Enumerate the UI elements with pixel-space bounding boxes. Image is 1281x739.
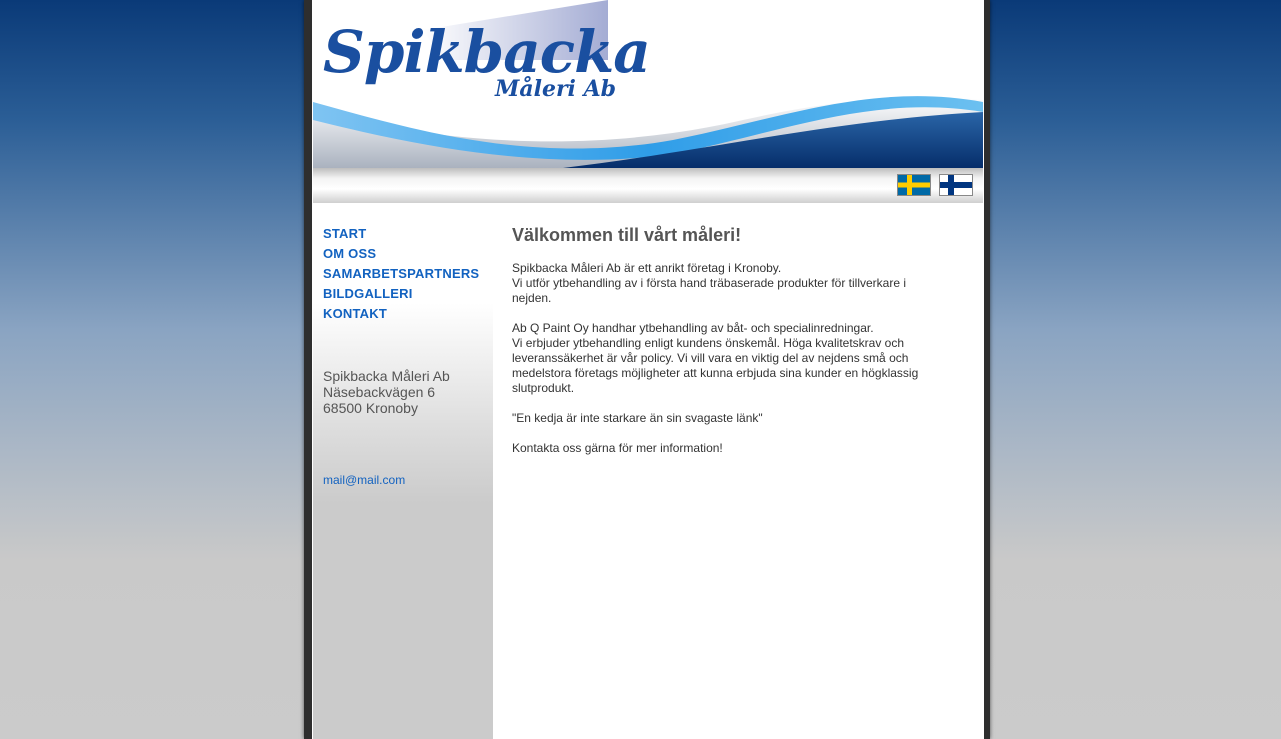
finnish-flag-icon[interactable] — [939, 174, 973, 196]
nav-item-om-oss: OM OSS — [323, 245, 479, 265]
body-text: Spikbacka Måleri Ab är ett anrikt företa… — [512, 261, 942, 471]
paragraph-intro: Spikbacka Måleri Ab är ett anrikt företa… — [512, 261, 942, 306]
page: Spikbacka Måleri Ab START OM OSS SAMARBE… — [312, 0, 984, 739]
page-title: Välkommen till vårt måleri! — [512, 225, 742, 245]
nav-link-om-oss[interactable]: OM OSS — [323, 246, 376, 261]
paragraph-line: Kontakta oss gärna för mer information! — [512, 441, 723, 455]
address-company-name: Spikbacka Måleri Ab — [323, 368, 450, 384]
nav-link-bildgalleri[interactable]: BILDGALLERI — [323, 286, 413, 301]
paragraph-line: "En kedja är inte starkare än sin svagas… — [512, 411, 763, 425]
email-link[interactable]: mail@mail.com — [323, 473, 405, 487]
logo-subtitle: Måleri Ab — [495, 76, 617, 102]
paragraph-line: Spikbacka Måleri Ab är ett anrikt företa… — [512, 261, 782, 275]
nav-link-start[interactable]: START — [323, 226, 366, 241]
paragraph-contact: Kontakta oss gärna för mer information! — [512, 441, 942, 456]
sidebar: START OM OSS SAMARBETSPARTNERS BILDGALLE… — [313, 203, 493, 739]
nav-item-bildgalleri: BILDGALLERI — [323, 285, 479, 305]
address-postal: 68500 Kronoby — [323, 400, 418, 416]
nav-link-samarbetspartners[interactable]: SAMARBETSPARTNERS — [323, 266, 479, 281]
header-banner: Spikbacka Måleri Ab — [313, 0, 983, 168]
nav-item-start: START — [323, 225, 479, 245]
paragraph-line: Vi erbjuder ytbehandling enligt kundens … — [512, 336, 919, 395]
swedish-flag-icon[interactable] — [897, 174, 931, 196]
nav-item-samarbetspartners: SAMARBETSPARTNERS — [323, 265, 479, 285]
language-bar — [313, 168, 983, 203]
paragraph-line: Ab Q Paint Oy handhar ytbehandling av bå… — [512, 321, 874, 335]
company-address: Spikbacka Måleri Ab Näsebackvägen 6 6850… — [323, 368, 450, 416]
paragraph-quote: "En kedja är inte starkare än sin svagas… — [512, 411, 942, 426]
paragraph-services: Ab Q Paint Oy handhar ytbehandling av bå… — [512, 321, 942, 396]
main-nav: START OM OSS SAMARBETSPARTNERS BILDGALLE… — [323, 225, 479, 325]
nav-link-kontakt[interactable]: KONTAKT — [323, 306, 387, 321]
nav-item-kontakt: KONTAKT — [323, 305, 479, 325]
address-street: Näsebackvägen 6 — [323, 384, 436, 400]
paragraph-line: Vi utför ytbehandling av i första hand t… — [512, 276, 906, 305]
